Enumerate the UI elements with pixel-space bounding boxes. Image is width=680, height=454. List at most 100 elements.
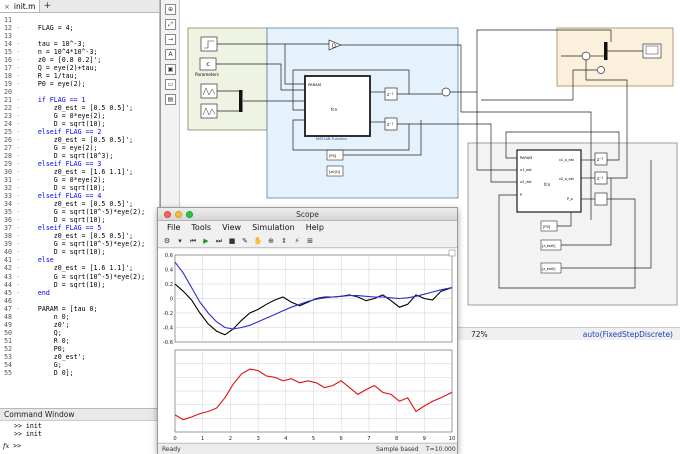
run-icon[interactable]: ▶ bbox=[201, 236, 211, 246]
breakpoint-marker[interactable] bbox=[14, 337, 22, 345]
breakpoint-marker[interactable] bbox=[14, 345, 22, 353]
error-sum-block-2[interactable] bbox=[597, 66, 605, 74]
code-line[interactable]: 13 bbox=[0, 32, 159, 40]
code-line[interactable]: 48 n 0; bbox=[0, 313, 159, 321]
code-area[interactable]: 11 12- FLAG = 4; 13 14- tau = 10^-3; 15- n =… bbox=[0, 13, 159, 377]
panel-icon[interactable]: ▤ bbox=[165, 94, 176, 105]
code-line[interactable]: 51 R 0; bbox=[0, 337, 159, 345]
code-line[interactable]: 33- elseif FLAG == 4 bbox=[0, 192, 159, 200]
code-line[interactable]: 23- G = 0*eye(2); bbox=[0, 112, 159, 120]
arrow-icon[interactable]: → bbox=[165, 34, 176, 45]
code-line[interactable]: 34- z0_est = [0.5 0.5]'; bbox=[0, 200, 159, 208]
breakpoint-marker[interactable]: - bbox=[14, 216, 22, 224]
code-line[interactable]: 32- D = sqrt(10); bbox=[0, 184, 159, 192]
code-line[interactable]: 22- z0_est = [0.5 0.5]'; bbox=[0, 104, 159, 112]
code-line[interactable]: 17- Q = eye(2)+tau; bbox=[0, 64, 159, 72]
code-line[interactable]: 27- G = eye(2); bbox=[0, 144, 159, 152]
area-icon[interactable]: ▭ bbox=[165, 79, 176, 90]
zoom-icon[interactable]: ⊕ bbox=[266, 236, 276, 246]
menu-tools[interactable]: Tools bbox=[191, 221, 211, 234]
scope-title-bar[interactable]: Scope bbox=[158, 208, 457, 221]
tab-close-icon[interactable]: × bbox=[4, 3, 10, 11]
breakpoint-marker[interactable] bbox=[14, 297, 22, 305]
breakpoint-marker[interactable]: - bbox=[14, 136, 22, 144]
sum-block[interactable] bbox=[441, 87, 451, 97]
code-line[interactable]: 19- P0 = eye(2); bbox=[0, 80, 159, 88]
breakpoint-marker[interactable]: - bbox=[14, 120, 22, 128]
breakpoint-marker[interactable]: - bbox=[14, 104, 22, 112]
error-sum-block[interactable] bbox=[581, 51, 591, 61]
code-line[interactable]: 21- if FLAG == 1 bbox=[0, 96, 159, 104]
code-line[interactable]: 37- elseif FLAG == 5 bbox=[0, 224, 159, 232]
code-line[interactable]: 53 z0_est'; bbox=[0, 353, 159, 361]
breakpoint-marker[interactable]: - bbox=[14, 184, 22, 192]
breakpoint-marker[interactable]: - bbox=[14, 160, 22, 168]
code-line[interactable]: 40- D = sqrt(10); bbox=[0, 248, 159, 256]
breakpoint-marker[interactable]: - bbox=[14, 289, 22, 297]
settings-icon[interactable]: ⚙ bbox=[162, 236, 172, 246]
breakpoint-marker[interactable]: - bbox=[14, 200, 22, 208]
scale-icon[interactable]: ⇕ bbox=[279, 236, 289, 246]
breakpoint-marker[interactable]: - bbox=[14, 128, 22, 136]
cursor-icon[interactable]: ⊞ bbox=[305, 236, 315, 246]
observer-memory-block[interactable] bbox=[594, 192, 608, 206]
breakpoint-marker[interactable]: - bbox=[14, 281, 22, 289]
breakpoint-marker[interactable] bbox=[14, 32, 22, 40]
breakpoint-marker[interactable] bbox=[14, 321, 22, 329]
code-line[interactable]: 25- elseif FLAG == 2 bbox=[0, 128, 159, 136]
code-line[interactable]: 29- elseif FLAG == 3 bbox=[0, 160, 159, 168]
breakpoint-marker[interactable]: - bbox=[14, 48, 22, 56]
code-line[interactable]: 31- G = 0*eye(2); bbox=[0, 176, 159, 184]
zoom-level[interactable]: 72% bbox=[471, 330, 488, 339]
dropdown-icon[interactable]: ▾ bbox=[175, 236, 185, 246]
breakpoint-marker[interactable]: - bbox=[14, 224, 22, 232]
menu-file[interactable]: File bbox=[167, 221, 180, 234]
maximize-window-icon[interactable] bbox=[186, 211, 193, 218]
breakpoint-marker[interactable] bbox=[14, 369, 22, 377]
add-tab-button[interactable]: + bbox=[40, 0, 54, 12]
code-line[interactable]: 46 bbox=[0, 297, 159, 305]
annotation-icon[interactable]: A bbox=[165, 49, 176, 60]
breakpoint-marker[interactable]: - bbox=[14, 40, 22, 48]
code-line[interactable]: 20 bbox=[0, 88, 159, 96]
menu-view[interactable]: View bbox=[222, 221, 241, 234]
code-line[interactable]: 44- D = sqrt(10); bbox=[0, 281, 159, 289]
code-line[interactable]: 12- FLAG = 4; bbox=[0, 24, 159, 32]
code-line[interactable]: 14- tau = 10^-3; bbox=[0, 40, 159, 48]
breakpoint-marker[interactable]: - bbox=[14, 24, 22, 32]
breakpoint-marker[interactable]: - bbox=[14, 232, 22, 240]
code-editor[interactable]: × init.m + 11 12- FLAG = 4; 13 14- tau = 10… bbox=[0, 0, 160, 408]
breakpoint-marker[interactable] bbox=[14, 16, 22, 24]
menu-help[interactable]: Help bbox=[306, 221, 324, 234]
code-line[interactable]: 28- D = sqrt(10^3); bbox=[0, 152, 159, 160]
breakpoint-marker[interactable]: - bbox=[14, 208, 22, 216]
breakpoint-marker[interactable] bbox=[14, 313, 22, 321]
breakpoint-marker[interactable] bbox=[14, 353, 22, 361]
breakpoint-marker[interactable]: - bbox=[14, 248, 22, 256]
stop-icon[interactable]: ■ bbox=[227, 236, 237, 246]
step-forward-icon[interactable]: ⏭ bbox=[214, 236, 224, 246]
code-line[interactable]: 18- R = 1/tau; bbox=[0, 72, 159, 80]
noise-source-block-2[interactable] bbox=[200, 103, 218, 119]
command-prompt[interactable]: >> bbox=[13, 442, 21, 450]
step-back-icon[interactable]: ⏮ bbox=[188, 236, 198, 246]
editor-tab-init[interactable]: × init.m bbox=[0, 0, 41, 12]
breakpoint-marker[interactable]: - bbox=[14, 168, 22, 176]
command-window[interactable]: Command Window >> init >> init fx >> bbox=[0, 408, 160, 454]
close-window-icon[interactable] bbox=[164, 211, 171, 218]
code-line[interactable]: 16- z0 = [0.8 0.2]'; bbox=[0, 56, 159, 64]
breakpoint-marker[interactable]: - bbox=[14, 112, 22, 120]
code-line[interactable]: 47- PARAM = [tau 0; bbox=[0, 305, 159, 313]
fit-view-icon[interactable]: ⤢ bbox=[165, 19, 176, 30]
legend-icon[interactable]: ⚡ bbox=[292, 236, 302, 246]
breakpoint-marker[interactable] bbox=[14, 361, 22, 369]
breakpoint-marker[interactable]: - bbox=[14, 192, 22, 200]
solver-indicator[interactable]: auto(FixedStepDiscrete) bbox=[583, 330, 673, 339]
code-line[interactable]: 54 G; bbox=[0, 361, 159, 369]
breakpoint-marker[interactable]: - bbox=[14, 273, 22, 281]
breakpoint-marker[interactable]: - bbox=[14, 152, 22, 160]
code-line[interactable]: 43- G = sqrt(10^-5)*eye(2); bbox=[0, 273, 159, 281]
zoom-in-icon[interactable]: ⊕ bbox=[165, 4, 176, 15]
menu-simulation[interactable]: Simulation bbox=[252, 221, 295, 234]
code-line[interactable]: 45- end bbox=[0, 289, 159, 297]
